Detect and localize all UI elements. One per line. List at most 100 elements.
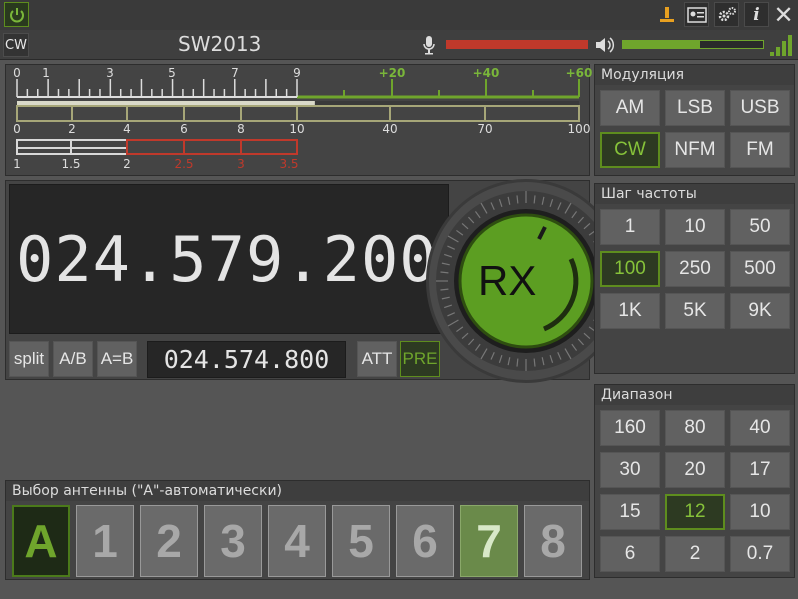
antenna-button-6[interactable]: 6 <box>396 505 454 577</box>
mode-button-usb[interactable]: USB <box>730 90 790 126</box>
power-scale-label: 70 <box>477 122 493 136</box>
step-panel: Шаг частоты 1 10 50 100 250 500 1K 5K 9K <box>594 183 795 374</box>
info-icon: i <box>753 4 760 25</box>
band-button-15[interactable]: 15 <box>600 494 660 530</box>
split-button[interactable]: split <box>9 341 49 377</box>
info-button[interactable]: i <box>744 2 769 27</box>
mode-button-am[interactable]: AM <box>600 90 660 126</box>
antenna-button-8[interactable]: 8 <box>524 505 582 577</box>
modulation-title: Модуляция <box>595 65 794 85</box>
mode-indicator: CW <box>3 33 29 57</box>
band-panel: Диапазон 160 80 40 30 20 17 15 12 10 6 2 0.7 <box>594 384 795 578</box>
step-button-250[interactable]: 250 <box>665 251 725 287</box>
antenna-button-3[interactable]: 3 <box>204 505 262 577</box>
s-scale-label: 7 <box>231 66 239 80</box>
knob-tick <box>440 288 449 291</box>
step-button-100[interactable]: 100 <box>600 251 660 287</box>
antenna-button-4[interactable]: 4 <box>268 505 326 577</box>
power-scale-label: 100 <box>567 122 591 136</box>
power-scale-label: 0 <box>13 122 21 136</box>
swr-scale-label: 2.5 <box>174 157 194 171</box>
mode-button-cw[interactable]: CW <box>600 132 660 168</box>
knob-tick <box>516 358 519 367</box>
swr-scale-label: 3.5 <box>279 157 299 171</box>
swr-bar-frame-high <box>126 139 298 155</box>
antenna-button-5[interactable]: 5 <box>332 505 390 577</box>
close-button[interactable]: ✕ <box>771 0 796 29</box>
antenna-button-1[interactable]: 1 <box>76 505 134 577</box>
modulation-panel: Модуляция AM LSB USB CW NFM FM <box>594 64 795 176</box>
swr-scale-label: 2 <box>123 157 131 171</box>
power-scale-label: 10 <box>289 122 305 136</box>
band-button-17[interactable]: 17 <box>730 452 790 488</box>
vfo-equal-button[interactable]: A=B <box>97 341 137 377</box>
step-button-5k[interactable]: 5K <box>665 293 725 329</box>
band-button-10[interactable]: 10 <box>730 494 790 530</box>
s-scale-label: 5 <box>168 66 176 80</box>
band-button-12[interactable]: 12 <box>665 494 725 530</box>
step-button-1k[interactable]: 1K <box>600 293 660 329</box>
mode-button-nfm[interactable]: NFM <box>665 132 725 168</box>
settings-gear-icon <box>718 6 736 21</box>
contact-card-icon <box>686 6 707 23</box>
power-scale-label: 6 <box>180 122 188 136</box>
att-button[interactable]: ATT <box>357 341 397 377</box>
power-icon <box>9 7 24 22</box>
knob-tick <box>533 195 536 204</box>
s-scale-label: 0 <box>13 66 21 80</box>
s-scale-label: 3 <box>106 66 114 80</box>
contacts-button[interactable] <box>684 2 709 27</box>
s-scale-label: +60 <box>565 66 593 80</box>
antenna-button-2[interactable]: 2 <box>140 505 198 577</box>
antenna-button-a[interactable]: A <box>12 505 70 577</box>
mic-level-bar[interactable] <box>446 40 588 49</box>
antenna-tuner-icon <box>659 6 674 22</box>
band-button-2[interactable]: 2 <box>665 536 725 572</box>
swr-scale-label: 3 <box>237 157 245 171</box>
signal-bars-icon <box>770 35 792 56</box>
power-button[interactable] <box>4 2 29 27</box>
s-scale-label: 9 <box>293 66 301 80</box>
band-button-40[interactable]: 40 <box>730 410 790 446</box>
band-button-30[interactable]: 30 <box>600 452 660 488</box>
mode-button-lsb[interactable]: LSB <box>665 90 725 126</box>
step-button-9k[interactable]: 9K <box>730 293 790 329</box>
knob-tick <box>533 358 536 367</box>
sub-frequency[interactable]: 024.574.800 <box>147 341 346 378</box>
power-scale-label: 8 <box>237 122 245 136</box>
step-button-500[interactable]: 500 <box>730 251 790 287</box>
swr-scale-label: 1.5 <box>61 157 81 171</box>
antenna-button-7[interactable]: 7 <box>460 505 518 577</box>
settings-button[interactable] <box>714 2 739 27</box>
band-button-6[interactable]: 6 <box>600 536 660 572</box>
band-button-80[interactable]: 80 <box>665 410 725 446</box>
knob-tick <box>440 271 449 274</box>
power-scale-label: 4 <box>123 122 131 136</box>
meter-panel: 0 1 3 5 7 9 +20 +40 +60 0 2 4 6 8 10 40 70 100 1 1.5 2 2.5 3 3.… <box>5 64 593 176</box>
speaker-icon[interactable] <box>594 35 618 55</box>
volume-level-fill <box>623 41 700 48</box>
band-button-160[interactable]: 160 <box>600 410 660 446</box>
step-button-1[interactable]: 1 <box>600 209 660 245</box>
step-button-50[interactable]: 50 <box>730 209 790 245</box>
s-scale-label: 1 <box>42 66 50 80</box>
band-button-07[interactable]: 0.7 <box>730 536 790 572</box>
s-scale-label: +20 <box>378 66 406 80</box>
swr-scale-label: 1 <box>13 157 21 171</box>
volume-level-bar[interactable] <box>622 40 764 49</box>
band-title: Диапазон <box>595 385 794 405</box>
step-title: Шаг частоты <box>595 184 794 204</box>
step-button-10[interactable]: 10 <box>665 209 725 245</box>
mic-level-fill <box>446 40 588 49</box>
frequency-panel: 024.579.200 split A/B A=B 024.574.800 AT… <box>5 179 626 383</box>
vfo-ab-button[interactable]: A/B <box>53 341 93 377</box>
tuner-button[interactable] <box>654 2 679 27</box>
app-title: SW2013 <box>178 32 262 56</box>
mode-button-fm[interactable]: FM <box>730 132 790 168</box>
band-button-20[interactable]: 20 <box>665 452 725 488</box>
knob-tick <box>516 195 519 204</box>
main-frequency[interactable]: 024.579.200 <box>16 223 438 296</box>
close-icon: ✕ <box>773 0 794 29</box>
frequency-display: 024.579.200 <box>9 184 449 334</box>
microphone-icon[interactable] <box>421 35 437 55</box>
